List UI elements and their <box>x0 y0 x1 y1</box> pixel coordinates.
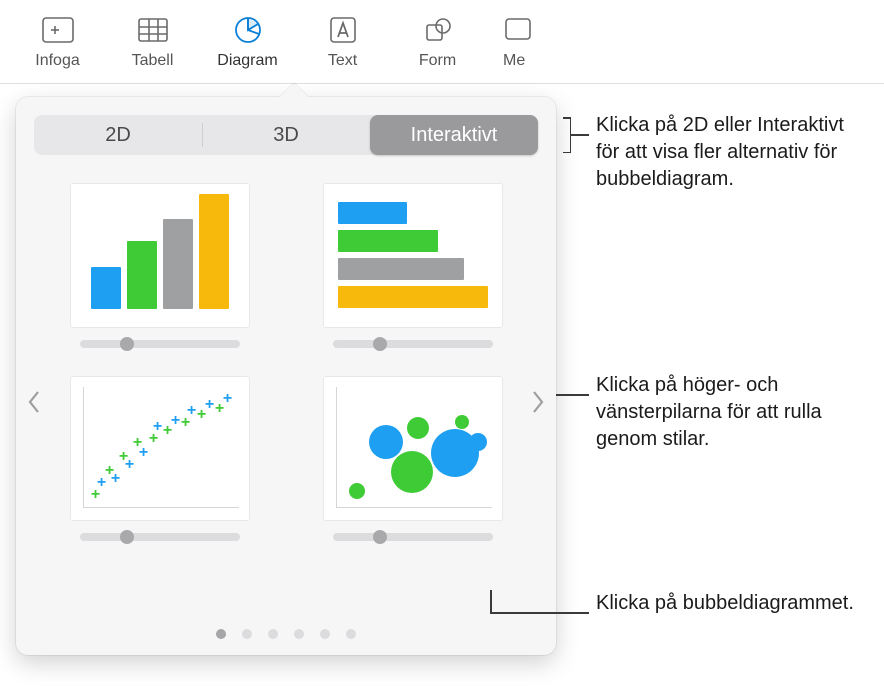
chart-popover: 2D 3D Interaktivt <box>16 97 556 655</box>
callout-leader <box>571 134 589 136</box>
toolbar-chart[interactable]: Diagram <box>200 6 295 74</box>
toolbar-shape-label: Form <box>419 52 456 70</box>
page-dot[interactable] <box>268 629 278 639</box>
toolbar-text[interactable]: Text <box>295 6 390 74</box>
toolbar-text-label: Text <box>328 52 357 70</box>
scatter-slider[interactable] <box>80 533 240 541</box>
page-dot[interactable] <box>346 629 356 639</box>
text-icon <box>328 10 358 50</box>
bubble-slider[interactable] <box>333 533 493 541</box>
chart-icon <box>232 10 264 50</box>
bar-chart-preview <box>70 183 250 328</box>
toolbar-chart-label: Diagram <box>217 52 277 70</box>
chart-option-bar[interactable] <box>58 183 261 348</box>
scatter-chart-preview: + + + + + + + + + + + + + + + + + <box>70 376 250 521</box>
callout-bracket <box>564 117 571 153</box>
shape-icon <box>423 10 453 50</box>
bubble-chart-preview <box>323 376 503 521</box>
toolbar-media[interactable]: Me <box>485 6 545 74</box>
callout-tabs: Klicka på 2D eller Interaktivt för att v… <box>596 112 868 193</box>
callout-leader <box>490 590 492 612</box>
page-dot[interactable] <box>216 629 226 639</box>
tab-3d[interactable]: 3D <box>202 115 370 155</box>
chart-style-grid: + + + + + + + + + + + + + + + + + <box>16 165 556 541</box>
insert-icon <box>41 10 75 50</box>
callout-arrows: Klicka på höger- och vänsterpilarna för … <box>596 372 874 453</box>
toolbar-table[interactable]: Tabell <box>105 6 200 74</box>
bar-slider[interactable] <box>80 340 240 348</box>
page-dots[interactable] <box>16 629 556 639</box>
toolbar-insert-label: Infoga <box>35 52 79 70</box>
next-style-arrow[interactable] <box>524 382 552 422</box>
hbar-chart-preview <box>323 183 503 328</box>
chart-option-scatter[interactable]: + + + + + + + + + + + + + + + + + <box>58 376 261 541</box>
chart-tabs: 2D 3D Interaktivt <box>34 115 538 155</box>
table-icon <box>136 10 170 50</box>
callout-leader <box>490 612 589 614</box>
tab-interactive[interactable]: Interaktivt <box>370 115 538 155</box>
chart-option-bubble[interactable] <box>311 376 514 541</box>
callout-bubble: Klicka på bubbeldiagrammet. <box>596 590 868 617</box>
page-dot[interactable] <box>242 629 252 639</box>
toolbar: Infoga Tabell Diagram <box>0 0 884 84</box>
chart-option-hbar[interactable] <box>311 183 514 348</box>
toolbar-insert[interactable]: Infoga <box>10 6 105 74</box>
prev-style-arrow[interactable] <box>20 382 48 422</box>
toolbar-table-label: Tabell <box>132 52 174 70</box>
media-icon <box>503 10 533 50</box>
toolbar-shape[interactable]: Form <box>390 6 485 74</box>
callout-leader <box>556 394 589 396</box>
page-dot[interactable] <box>320 629 330 639</box>
page-dot[interactable] <box>294 629 304 639</box>
toolbar-media-label: Me <box>503 52 525 70</box>
tab-2d[interactable]: 2D <box>34 115 202 155</box>
hbar-slider[interactable] <box>333 340 493 348</box>
